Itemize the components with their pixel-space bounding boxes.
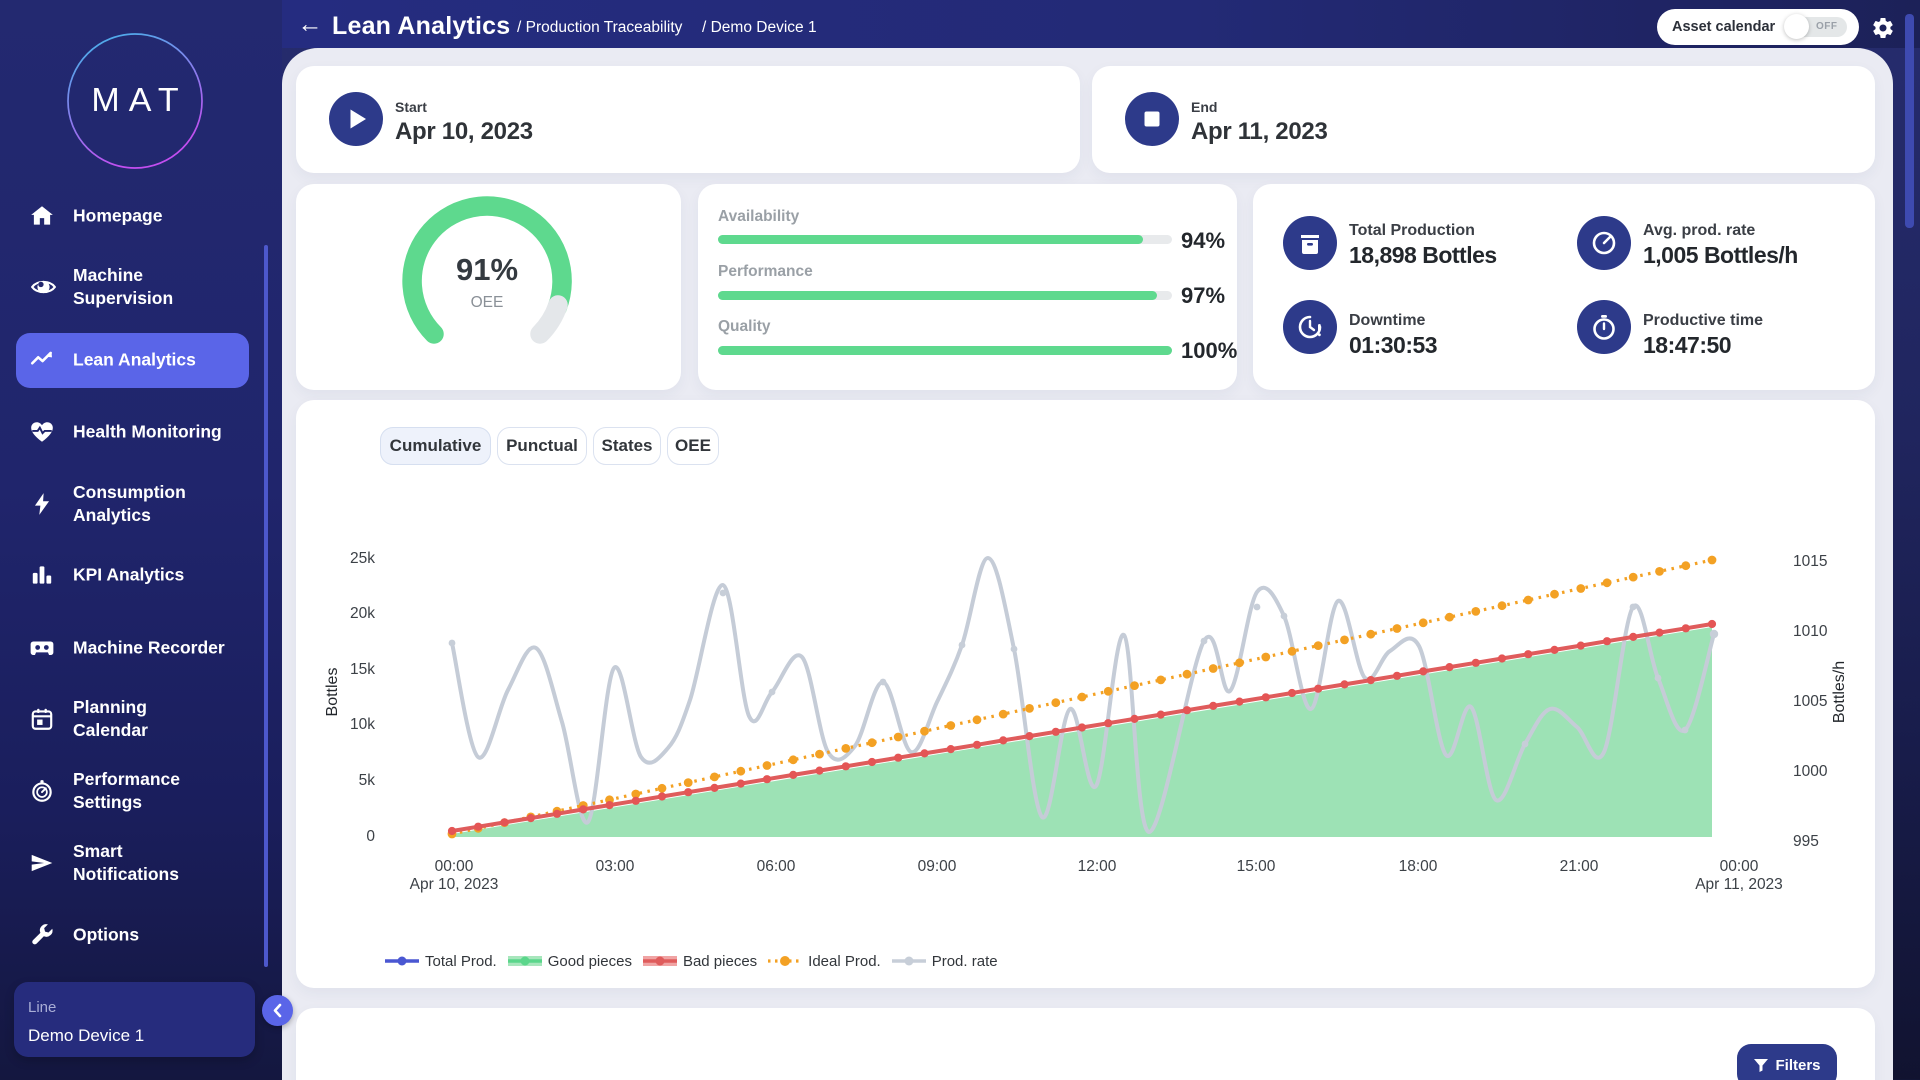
svg-text:10k: 10k <box>350 716 375 733</box>
svg-text:1010: 1010 <box>1793 623 1828 640</box>
svg-text:03:00: 03:00 <box>596 858 635 875</box>
svg-text:00:00: 00:00 <box>1720 858 1759 875</box>
svg-text:15:00: 15:00 <box>1237 858 1276 875</box>
svg-text:Bottles: Bottles <box>324 668 341 717</box>
svg-text:1015: 1015 <box>1793 553 1827 570</box>
svg-text:25k: 25k <box>350 550 375 567</box>
svg-text:Bottles/h: Bottles/h <box>1831 661 1848 723</box>
svg-text:Apr 10, 2023: Apr 10, 2023 <box>410 876 499 893</box>
svg-text:18:00: 18:00 <box>1399 858 1438 875</box>
svg-text:00:00: 00:00 <box>435 858 474 875</box>
svg-text:06:00: 06:00 <box>757 858 796 875</box>
svg-text:1000: 1000 <box>1793 763 1828 780</box>
svg-text:12:00: 12:00 <box>1078 858 1117 875</box>
svg-text:20k: 20k <box>350 605 375 622</box>
svg-text:1005: 1005 <box>1793 693 1827 710</box>
svg-text:15k: 15k <box>350 661 375 678</box>
svg-text:09:00: 09:00 <box>918 858 957 875</box>
svg-text:0: 0 <box>366 828 375 845</box>
svg-text:Apr 11, 2023: Apr 11, 2023 <box>1695 876 1783 893</box>
svg-text:995: 995 <box>1793 833 1819 850</box>
svg-text:21:00: 21:00 <box>1560 858 1599 875</box>
svg-text:5k: 5k <box>359 772 376 789</box>
